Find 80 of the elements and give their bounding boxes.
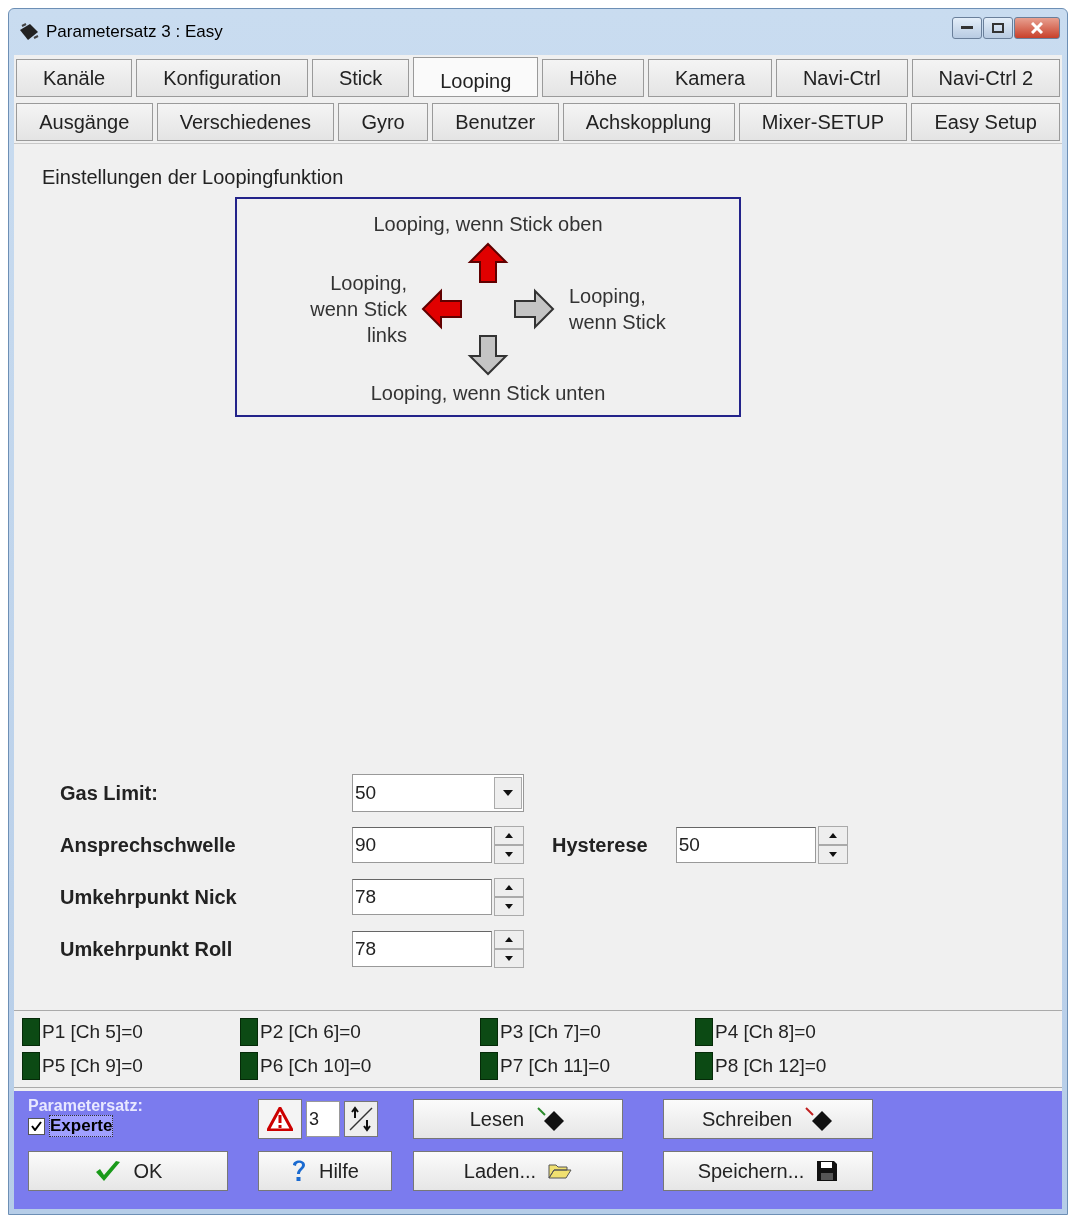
close-icon — [1031, 22, 1043, 34]
channel-indicator-icon — [240, 1052, 258, 1080]
tab[interactable]: Höhe — [542, 59, 645, 97]
set-number-field[interactable]: 3 — [306, 1101, 340, 1137]
field-label: Ansprechschwelle — [60, 833, 237, 857]
direction-label: Looping, wenn Stick links — [309, 271, 407, 348]
app-icon — [18, 22, 40, 42]
number-field[interactable]: 50 — [675, 827, 816, 863]
checkbox[interactable] — [28, 1117, 45, 1135]
help-icon — [291, 1158, 307, 1184]
channel-indicator-icon — [480, 1018, 498, 1046]
maximize-icon — [992, 23, 1004, 33]
field-label: Hysterese — [552, 833, 648, 857]
chip-icon — [536, 1106, 567, 1132]
group-label: Parametersatz: — [28, 1097, 144, 1115]
checkbox-label[interactable]: Experte — [49, 1115, 114, 1137]
tab[interactable]: Achskopplung — [562, 103, 735, 141]
write-button[interactable]: Schreiben — [663, 1099, 873, 1139]
tab[interactable]: Navi-Ctrl — [775, 59, 908, 97]
tab[interactable]: Easy Setup — [911, 103, 1061, 141]
channel-indicator-icon — [22, 1052, 40, 1080]
channel-value: P5 [Ch 9]=0 — [42, 1055, 143, 1077]
chip-icon — [804, 1106, 835, 1132]
channel-value: P3 [Ch 7]=0 — [500, 1021, 601, 1043]
warning-button[interactable] — [258, 1099, 302, 1139]
section-title: Einstellungen der Loopingfunktion — [42, 166, 345, 189]
channel-indicator-icon — [695, 1018, 713, 1046]
tab[interactable]: Stick — [311, 59, 410, 97]
spin-buttons[interactable] — [494, 930, 524, 968]
dropdown-field[interactable]: 50 — [352, 774, 524, 812]
up-down-arrows-icon — [348, 1106, 374, 1132]
channel-indicator-icon — [480, 1052, 498, 1080]
channel-indicator-icon — [22, 1018, 40, 1046]
spin-buttons[interactable] — [817, 826, 848, 864]
field-label: Gas Limit: — [60, 781, 159, 805]
maximize-button[interactable] — [983, 17, 1013, 39]
minimize-icon — [961, 26, 973, 30]
tab[interactable]: Looping — [413, 57, 539, 97]
channel-value: P8 [Ch 12]=0 — [715, 1055, 827, 1077]
channel-indicator-icon — [695, 1052, 713, 1080]
channel-indicator-icon — [240, 1018, 258, 1046]
channel-value: P7 [Ch 11]=0 — [500, 1055, 611, 1077]
close-button[interactable] — [1014, 17, 1060, 39]
dropdown-arrow-button[interactable] — [494, 777, 522, 809]
tab[interactable]: Benutzer — [432, 103, 559, 141]
number-field[interactable]: 90 — [352, 827, 492, 863]
channel-value: P2 [Ch 6]=0 — [260, 1021, 361, 1043]
help-button[interactable]: Hilfe — [258, 1151, 392, 1191]
direction-label: Looping, wenn Stick — [569, 284, 667, 335]
channel-value: P6 [Ch 10]=0 — [260, 1055, 372, 1077]
set-spin-button[interactable] — [344, 1101, 378, 1137]
tab[interactable]: Mixer-SETUP — [738, 103, 908, 141]
tab[interactable]: Navi-Ctrl 2 — [911, 59, 1060, 97]
channel-value: P1 [Ch 5]=0 — [42, 1021, 143, 1043]
tab[interactable]: Gyro — [338, 103, 428, 141]
checkmark-icon — [93, 1159, 122, 1183]
tab[interactable]: Verschiedenes — [156, 103, 335, 141]
spin-buttons[interactable] — [494, 826, 524, 864]
direction-label: Looping, wenn Stick oben — [373, 213, 603, 236]
spin-buttons[interactable] — [494, 878, 524, 916]
number-field[interactable]: 78 — [352, 879, 492, 915]
floppy-icon — [816, 1160, 839, 1182]
minimize-button[interactable] — [952, 17, 982, 39]
direction-label: Looping, wenn Stick unten — [370, 382, 606, 405]
ok-button[interactable]: OK — [28, 1151, 228, 1191]
tab[interactable]: Ausgänge — [16, 103, 153, 141]
save-button[interactable]: Speichern... — [663, 1151, 873, 1191]
window-title: Parametersatz 3 : Easy — [46, 22, 224, 42]
number-field[interactable]: 78 — [352, 931, 492, 967]
field-label: Umkehrpunkt Nick — [60, 885, 238, 909]
tab[interactable]: Kanäle — [16, 59, 133, 97]
channel-value: P4 [Ch 8]=0 — [715, 1021, 816, 1043]
tab[interactable]: Konfiguration — [136, 59, 308, 97]
folder-icon — [548, 1162, 573, 1180]
field-label: Umkehrpunkt Roll — [60, 937, 234, 961]
warning-icon — [267, 1107, 293, 1131]
caret-icon — [503, 790, 513, 796]
load-button[interactable]: Laden... — [413, 1151, 623, 1191]
read-button[interactable]: Lesen — [413, 1099, 623, 1139]
tab[interactable]: Kamera — [648, 59, 772, 97]
